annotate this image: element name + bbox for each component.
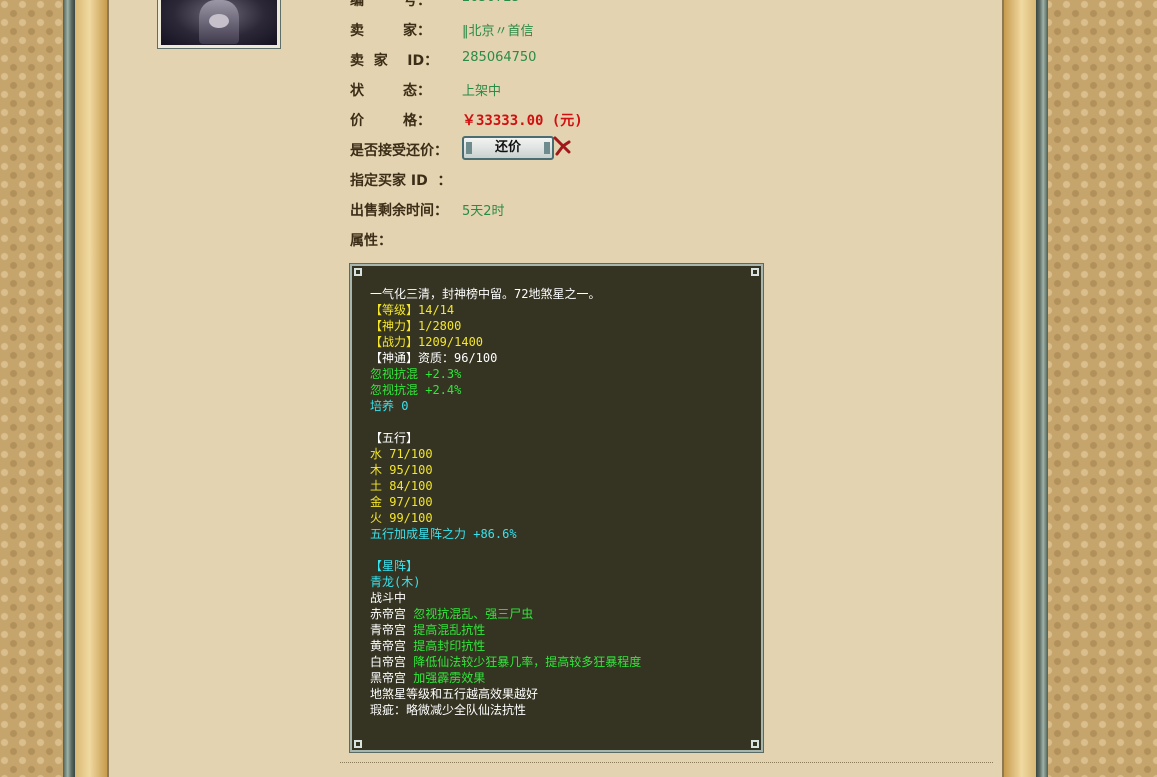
attribute-line: 金 97/100 [370, 495, 433, 509]
attribute-line: 黄帝宫 提高封印抗性 [370, 638, 641, 654]
attribute-line: 白帝宫 降低仙法较少狂暴几率，提高较多狂暴程度 [370, 654, 641, 670]
attribute-line: 青帝宫 提高混乱抗性 [370, 622, 641, 638]
status-label: 状 态： [350, 83, 431, 99]
seller-id-label: 卖 家 ID： [350, 53, 439, 69]
attribute-line: 忽视抗混 +2.4% [370, 383, 462, 397]
attribute-line: 【五行】 [370, 431, 419, 445]
item-avatar-frame [157, 0, 281, 49]
attribute-line: 【神通】资质：96/100 [370, 351, 498, 365]
counter-offer-label: 是否接受还价： [350, 143, 448, 159]
time-left-value: 5天2时 [462, 204, 505, 219]
counter-offer-button[interactable]: 还价 [462, 136, 554, 160]
seller-value: ‖北京〃首信 [462, 24, 534, 39]
item-avatar-image [161, 0, 277, 45]
attribute-line: 战斗中 [370, 591, 407, 605]
corner-ornament [354, 740, 362, 748]
listing-id-value: 2050725 [462, 0, 520, 5]
attribute-line [370, 414, 641, 430]
attribute-segment: 忽视抗混乱、强三尸虫 [413, 607, 534, 621]
attribute-line: 青龙(木) [370, 575, 421, 589]
divider [340, 762, 993, 763]
status-value: 上架中 [462, 84, 502, 99]
attribute-line: 赤帝宫 忽视抗混乱、强三尸虫 [370, 606, 641, 622]
attribute-line: 【星阵】 [370, 559, 419, 573]
attribute-segment: 白帝宫 [370, 655, 414, 669]
ribbon-icon [553, 136, 571, 156]
attribute-segment: 加强霹雳效果 [413, 671, 486, 685]
seller-id-value: 285064750 [462, 50, 537, 65]
attribute-segment: 提高混乱抗性 [413, 623, 486, 637]
price-label: 价 格： [350, 113, 431, 129]
attribute-line: 水 71/100 [370, 447, 433, 461]
attributes-text: 一气化三清，封神榜中留。72地煞星之一。 【等级】14/14 【神力】1/2800 【… [370, 286, 641, 718]
attribute-line: 【等级】14/14 [370, 303, 455, 317]
attribute-line: 培养 0 [370, 399, 409, 413]
attribute-line: 【战力】1209/1400 [370, 335, 484, 349]
right-frame-border [1004, 0, 1036, 777]
attribute-line: 忽视抗混 +2.3% [370, 367, 462, 381]
attribute-line: 地煞星等级和五行越高效果越好 [370, 687, 539, 701]
attribute-line: 木 95/100 [370, 463, 433, 477]
listing-id-label: 编 号： [350, 0, 431, 9]
attribute-line [370, 542, 641, 558]
attribute-line: 土 84/100 [370, 479, 433, 493]
attribute-line: 【神力】1/2800 [370, 319, 462, 333]
corner-ornament [354, 268, 362, 276]
seller-label: 卖 家： [350, 23, 431, 39]
left-frame-rail [63, 0, 75, 777]
attribute-segment: 赤帝宫 [370, 607, 414, 621]
attribute-segment: 黑帝宫 [370, 671, 414, 685]
corner-ornament [751, 268, 759, 276]
attribute-line: 一气化三清，封神榜中留。72地煞星之一。 [370, 287, 601, 301]
attribute-line: 五行加成星阵之力 +86.6% [370, 527, 517, 541]
price-value: ￥33333.00 (元) [462, 113, 583, 129]
attribute-segment: 提高封印抗性 [413, 639, 486, 653]
designated-buyer-label: 指定买家 ID ： [350, 173, 452, 189]
attribute-segment: 黄帝宫 [370, 639, 414, 653]
attribute-line: 火 99/100 [370, 511, 433, 525]
corner-ornament [751, 740, 759, 748]
right-frame-rail [1036, 0, 1048, 777]
attributes-label: 属性： [350, 233, 392, 249]
attribute-line: 瑕疵：略微减少全队仙法抗性 [370, 703, 527, 717]
time-left-label: 出售剩余时间： [350, 203, 448, 219]
attributes-panel: 一气化三清，封神榜中留。72地煞星之一。 【等级】14/14 【神力】1/2800 【… [349, 263, 764, 753]
attribute-line: 黑帝宫 加强霹雳效果 [370, 670, 641, 686]
attribute-segment: 降低仙法较少狂暴几率，提高较多狂暴程度 [413, 655, 642, 669]
attribute-segment: 青帝宫 [370, 623, 414, 637]
left-frame-border [75, 0, 107, 777]
